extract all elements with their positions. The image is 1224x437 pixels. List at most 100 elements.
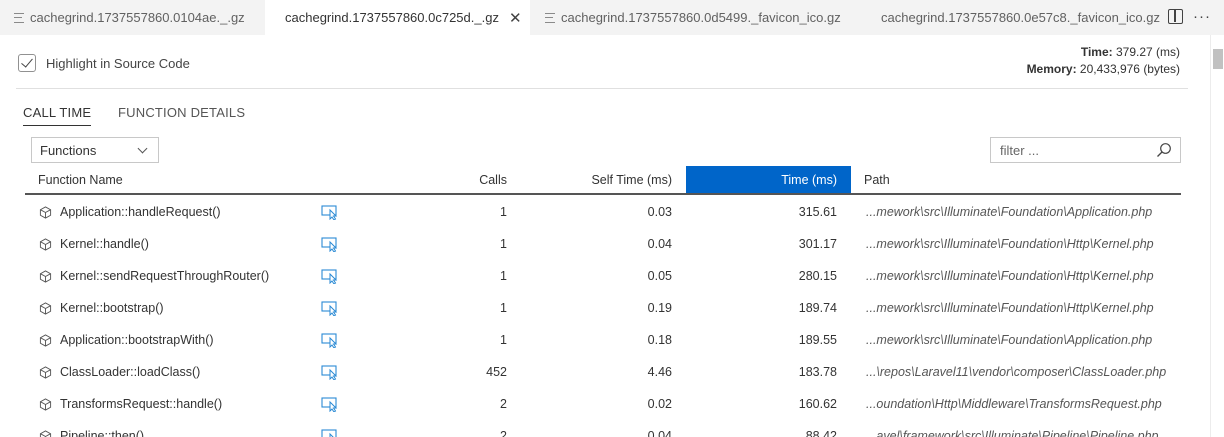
function-icon <box>39 237 52 251</box>
function-icon <box>39 269 52 283</box>
tab-label: cachegrind.1737557860.0104ae._.gz <box>30 10 245 25</box>
go-to-source-icon[interactable] <box>321 268 339 284</box>
time-cell: 189.74 <box>798 301 837 315</box>
function-name: TransformsRequest::handle() <box>60 397 223 411</box>
go-to-source-icon[interactable] <box>321 332 339 348</box>
scrollbar-thumb[interactable] <box>1213 49 1223 69</box>
highlight-checkbox[interactable] <box>18 54 36 72</box>
function-name: ClassLoader::loadClass() <box>60 365 201 379</box>
time-cell: 160.62 <box>798 397 837 411</box>
path-cell: ...oundation\Http\Middleware\TransformsR… <box>866 397 1162 411</box>
split-editor-icon[interactable] <box>1168 9 1183 24</box>
self-time-cell: 0.05 <box>647 269 672 283</box>
function-cell: ClassLoader::loadClass() <box>39 356 200 388</box>
search-icon[interactable] <box>1156 142 1172 158</box>
table-row[interactable]: Application::bootstrapWith() 1 0.18 189.55.… <box>25 324 1181 356</box>
function-cell: Kernel::handle() <box>39 228 149 260</box>
file-icon <box>14 12 24 23</box>
path-cell: ...\repos\Laravel11\vendor\composer\Clas… <box>866 365 1167 379</box>
go-to-source-icon[interactable] <box>321 300 339 316</box>
function-name: Application::bootstrapWith() <box>60 333 214 347</box>
table-row[interactable]: Kernel::handle() 1 0.04 301.17 ...mework\src… <box>25 228 1181 260</box>
column-function-name[interactable]: Function Name <box>38 166 123 193</box>
table-row[interactable]: Kernel::sendRequestThroughRouter() 1 0.05 2… <box>25 260 1181 292</box>
calls-cell: 452 <box>486 365 507 379</box>
go-to-source-icon[interactable] <box>321 236 339 252</box>
time-cell: 88.42 <box>805 429 837 437</box>
function-name: Pipeline::then() <box>60 429 145 437</box>
highlight-toggle[interactable]: Highlight in Source Code <box>18 54 190 72</box>
table-row[interactable]: ClassLoader::loadClass() 452 4.46 183.78...… <box>25 356 1181 388</box>
file-icon <box>545 12 555 23</box>
time-cell: 301.17 <box>798 237 837 251</box>
path-cell: ...avel\framework\src\Illuminate\Pipelin… <box>866 429 1159 437</box>
go-to-source-icon[interactable] <box>321 364 339 380</box>
column-path[interactable]: Path <box>864 166 890 193</box>
function-name: Kernel::handle() <box>60 237 149 251</box>
function-icon <box>39 365 52 379</box>
tab-call-time[interactable]: CALL TIME <box>23 105 92 126</box>
table-row[interactable]: TransformsRequest::handle() 2 0.02 160.62..… <box>25 388 1181 420</box>
calls-cell: 1 <box>500 237 507 251</box>
calls-cell: 1 <box>500 301 507 315</box>
function-name: Application::handleRequest() <box>60 205 221 219</box>
function-cell: Kernel::bootstrap() <box>39 292 164 324</box>
column-self-time[interactable]: Self Time (ms) <box>525 166 672 193</box>
self-time-cell: 0.03 <box>647 205 672 219</box>
calls-cell: 2 <box>500 429 507 437</box>
editor-tab[interactable]: cachegrind.1737557860.0104ae._.gz <box>0 0 265 35</box>
vertical-scrollbar[interactable] <box>1210 35 1224 437</box>
editor-tab[interactable]: cachegrind.1737557860.0e57c8._favicon_ic… <box>861 0 1166 35</box>
function-icon <box>39 301 52 315</box>
highlight-label: Highlight in Source Code <box>46 55 190 71</box>
time-cell: 315.61 <box>798 205 837 219</box>
memory-label: Memory: <box>1026 62 1077 76</box>
function-cell: Kernel::sendRequestThroughRouter() <box>39 260 269 292</box>
go-to-source-icon[interactable] <box>321 204 339 220</box>
self-time-cell: 0.04 <box>647 237 672 251</box>
tab-label: cachegrind.1737557860.0c725d._.gz <box>285 10 499 25</box>
self-time-cell: 0.18 <box>647 333 672 347</box>
self-time-cell: 0.02 <box>647 397 672 411</box>
editor-tab-active[interactable]: cachegrind.1737557860.0c725d._.gz ✕ <box>265 0 531 35</box>
editor-tab-bar: cachegrind.1737557860.0104ae._.gz cacheg… <box>0 0 1224 35</box>
view-select[interactable]: Functions <box>31 137 159 163</box>
filter-input[interactable] <box>991 138 1141 162</box>
path-cell: ...mework\src\Illuminate\Foundation\Http… <box>866 237 1154 251</box>
function-name: Kernel::bootstrap() <box>60 301 164 315</box>
function-icon <box>39 333 52 347</box>
more-actions-icon[interactable]: ··· <box>1193 8 1211 25</box>
table-header: Function Name Calls Self Time (ms) Time … <box>25 166 1181 195</box>
table-row[interactable]: Kernel::bootstrap() 1 0.19 189.74 ...mework\… <box>25 292 1181 324</box>
editor-tab[interactable]: cachegrind.1737557860.0d5499._favicon_ic… <box>531 0 861 35</box>
close-icon[interactable]: ✕ <box>509 9 522 27</box>
table-row[interactable]: Pipeline::then() 2 0.04 88.42 ...avel\framew… <box>25 420 1181 437</box>
calls-cell: 1 <box>500 205 507 219</box>
time-label: Time: <box>1080 45 1113 59</box>
path-cell: ...mework\src\Illuminate\Foundation\Appl… <box>866 205 1153 219</box>
function-icon <box>39 429 52 437</box>
column-time-sorted[interactable]: Time (ms) <box>686 166 851 193</box>
calls-cell: 2 <box>500 397 507 411</box>
time-cell: 189.55 <box>798 333 837 347</box>
tab-function-details[interactable]: FUNCTION DETAILS <box>118 105 245 120</box>
table-row[interactable]: Application::handleRequest() 1 0.03 315.61.… <box>25 196 1181 228</box>
memory-value: 20,433,976 (bytes) <box>1079 62 1180 76</box>
tab-label: cachegrind.1737557860.0d5499._favicon_ic… <box>561 10 841 25</box>
profile-stats: Time: 379.27 (ms) Memory: 20,433,976 (by… <box>1027 44 1180 78</box>
path-cell: ...mework\src\Illuminate\Foundation\Http… <box>866 269 1154 283</box>
self-time-cell: 0.04 <box>647 429 672 437</box>
go-to-source-icon[interactable] <box>321 428 339 437</box>
function-name: Kernel::sendRequestThroughRouter() <box>60 269 270 283</box>
go-to-source-icon[interactable] <box>321 396 339 412</box>
calls-cell: 1 <box>500 333 507 347</box>
function-cell: Application::handleRequest() <box>39 196 221 228</box>
calls-cell: 1 <box>500 269 507 283</box>
path-cell: ...mework\src\Illuminate\Foundation\Appl… <box>866 333 1153 347</box>
function-icon <box>39 205 52 219</box>
filter-box[interactable] <box>990 137 1181 163</box>
self-time-cell: 4.46 <box>647 365 672 379</box>
function-cell: Application::bootstrapWith() <box>39 324 214 356</box>
column-calls[interactable]: Calls <box>405 166 507 193</box>
path-cell: ...mework\src\Illuminate\Foundation\Http… <box>866 301 1154 315</box>
